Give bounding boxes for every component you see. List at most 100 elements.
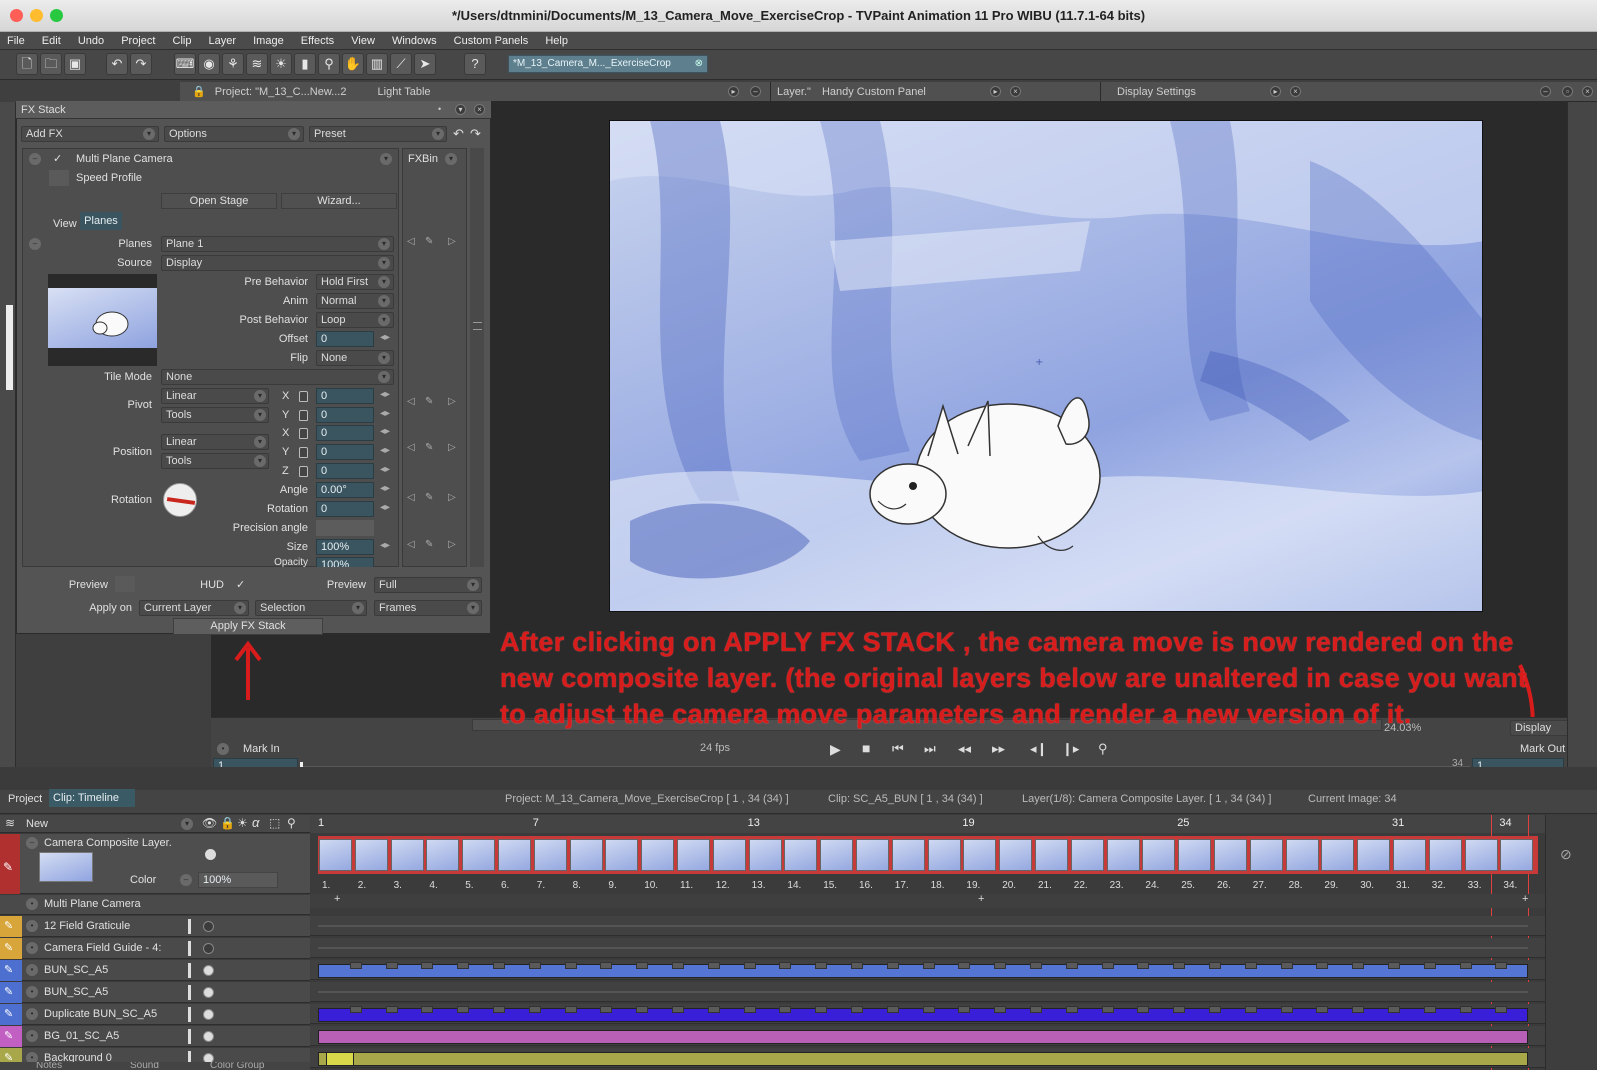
exposure-block[interactable] <box>457 962 470 969</box>
frame-thumbnail[interactable] <box>927 839 961 871</box>
exposure-block[interactable] <box>1137 1006 1150 1013</box>
frame-thumbnail[interactable] <box>354 839 388 871</box>
exposure-block[interactable] <box>672 1006 684 1013</box>
go-end-icon[interactable]: ⏭ <box>924 741 936 757</box>
fx-toggle-icon[interactable]: • <box>26 898 38 910</box>
play-icon[interactable]: ▶ <box>830 741 841 758</box>
menu-custom-panels[interactable]: Custom Panels <box>447 32 536 50</box>
exposure-block[interactable] <box>457 1006 470 1013</box>
rotation-dial[interactable] <box>163 483 197 517</box>
key-edit-icon[interactable]: ✎ <box>425 442 433 453</box>
exposure-block[interactable] <box>851 962 863 969</box>
position-tools-dropdown[interactable]: Tools <box>161 453 269 469</box>
pivot-x-field[interactable]: 0 <box>316 388 374 404</box>
redo-icon[interactable]: ↷ <box>130 53 152 75</box>
menu-image[interactable]: Image <box>246 32 291 50</box>
exposure-block[interactable] <box>1030 1006 1042 1013</box>
collapse-layer-icon[interactable]: – <box>26 837 38 849</box>
fxbin-menu-icon[interactable]: ▾ <box>445 153 457 165</box>
camera-icon[interactable]: ⌨ <box>174 53 196 75</box>
exposure-block[interactable] <box>636 962 649 969</box>
exposure-block[interactable] <box>1065 1006 1078 1013</box>
key-prev-icon[interactable]: ◁ <box>407 236 415 247</box>
exposure-block[interactable] <box>493 1006 505 1013</box>
eye-icon[interactable]: 👁 <box>202 816 217 830</box>
planes-dropdown[interactable]: Plane 1 <box>161 236 394 252</box>
stepper-icon[interactable]: ◂▸ <box>380 445 390 456</box>
exposure-block[interactable] <box>528 1006 541 1013</box>
lightbulb-icon[interactable]: ☀ <box>270 53 292 75</box>
alpha-icon[interactable]: α <box>252 815 259 830</box>
key-next-icon[interactable]: ▷ <box>448 539 456 550</box>
exposure-block[interactable] <box>922 1006 935 1013</box>
frame-thumbnail[interactable] <box>641 839 675 871</box>
key-prev-icon[interactable]: ◁ <box>407 442 415 453</box>
fx-stack-title-bar[interactable]: FX Stack <box>16 101 491 119</box>
exposure-block[interactable] <box>672 962 684 969</box>
rotation-field[interactable]: 0 <box>316 501 374 517</box>
panel-play-icon[interactable]: ▸ <box>1270 86 1281 97</box>
exposure-block[interactable] <box>1352 1006 1365 1013</box>
panel-close-icon[interactable]: × <box>1290 86 1301 97</box>
visibility-dot[interactable] <box>205 849 216 860</box>
close-window-button[interactable] <box>10 9 23 22</box>
go-start-icon[interactable]: ⏮ <box>892 741 904 757</box>
exposure-block[interactable] <box>385 1006 398 1013</box>
exposure-block[interactable] <box>707 1006 720 1013</box>
key-edit-icon[interactable]: ✎ <box>425 236 433 247</box>
frame-thumbnail[interactable] <box>1393 839 1426 871</box>
pivot-interpolation-dropdown[interactable]: Linear <box>161 388 269 404</box>
exposure-block[interactable] <box>1065 962 1078 969</box>
exposure-block[interactable] <box>421 962 434 969</box>
fx-collapse-icon[interactable]: ▾ <box>455 104 466 115</box>
frame-thumbnail[interactable] <box>569 839 603 871</box>
canvas-frame[interactable]: + <box>609 120 1483 612</box>
exposure-block[interactable] <box>493 962 505 969</box>
layer-opacity-field[interactable]: 100% <box>198 872 278 888</box>
exposure-block[interactable] <box>1244 962 1257 969</box>
frames-dropdown[interactable]: Frames <box>374 600 482 616</box>
frame-thumbnail[interactable] <box>677 839 710 871</box>
frame-thumbnail[interactable] <box>891 839 925 871</box>
visibility-dot[interactable] <box>203 921 214 932</box>
key-next-icon[interactable]: ▷ <box>448 492 456 503</box>
color-wheel-icon[interactable]: ◉ <box>198 53 220 75</box>
exposure-block[interactable] <box>743 962 756 969</box>
undo-icon[interactable]: ↶ <box>106 53 128 75</box>
exposure-block[interactable] <box>1280 962 1293 969</box>
marker-pin-icon[interactable]: ⚲ <box>1098 741 1108 757</box>
stamp-icon[interactable]: ⚘ <box>222 53 244 75</box>
exposure-block[interactable] <box>886 962 899 969</box>
frame-thumbnail[interactable] <box>1357 839 1391 871</box>
exposure-block[interactable] <box>743 1006 756 1013</box>
add-key-icon[interactable]: + <box>978 893 984 905</box>
open-folder-icon[interactable]: 🗀 <box>40 53 62 75</box>
frame-thumbnail[interactable] <box>1214 839 1247 871</box>
layers-icon[interactable]: ≋ <box>246 53 268 75</box>
exposure-block[interactable] <box>564 962 577 969</box>
frame-thumbnail[interactable] <box>426 839 460 871</box>
exposure-block[interactable] <box>1423 1006 1436 1013</box>
tab-clip-timeline[interactable]: Clip: Timeline <box>49 789 135 807</box>
frame-thumbnail[interactable] <box>462 839 496 871</box>
offset-field[interactable]: 0 <box>316 331 374 347</box>
collapse-planes-icon[interactable]: – <box>29 238 41 250</box>
lock-icon[interactable] <box>299 428 308 439</box>
frame-thumbnail[interactable] <box>1321 839 1355 871</box>
exposure-block[interactable] <box>385 962 398 969</box>
exposure-block[interactable] <box>1388 962 1400 969</box>
layer-fx-toggle-icon[interactable]: • <box>26 920 38 932</box>
pivot-y-field[interactable]: 0 <box>316 407 374 423</box>
frame-thumbnail[interactable] <box>712 839 746 871</box>
selection-icon[interactable]: ⬚ <box>269 816 280 830</box>
frame-thumbnail[interactable] <box>856 839 889 871</box>
exposure-block[interactable] <box>600 1006 613 1013</box>
add-fx-dropdown[interactable]: Add FX <box>21 126 159 142</box>
exposure-block[interactable] <box>1459 962 1472 969</box>
menu-help[interactable]: Help <box>538 32 575 50</box>
menu-project[interactable]: Project <box>114 32 162 50</box>
exposure-block[interactable] <box>1280 1006 1293 1013</box>
exposure-block[interactable] <box>958 1006 971 1013</box>
frame-thumbnail[interactable] <box>1070 839 1104 871</box>
add-key-icon[interactable]: + <box>334 893 340 905</box>
